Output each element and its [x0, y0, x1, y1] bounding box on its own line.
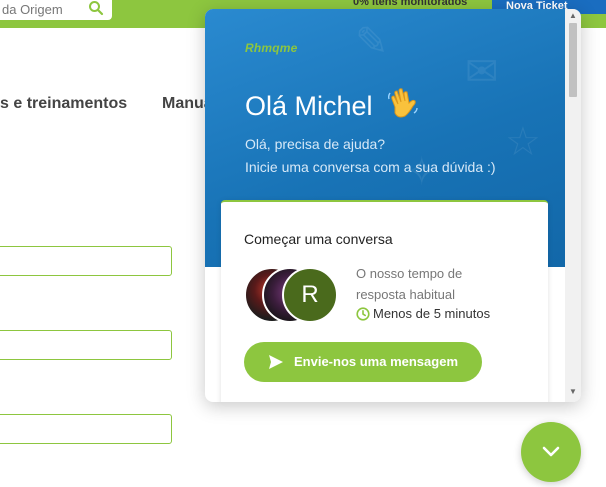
form-field-3[interactable]	[0, 414, 172, 444]
search-input-value: da Origem	[2, 2, 63, 17]
brand-logo: R​hmqme	[245, 41, 298, 55]
search-icon[interactable]	[88, 0, 104, 16]
waving-hand-icon	[388, 88, 418, 118]
response-time-label: O nosso tempo de resposta habitual	[356, 263, 462, 305]
decor-icon: ✎	[355, 20, 389, 64]
widget-scrollbar[interactable]: ▲ ▼	[565, 9, 581, 402]
scroll-up-arrow-icon[interactable]: ▲	[569, 11, 577, 20]
avatar: R	[282, 267, 338, 323]
send-icon	[269, 355, 283, 369]
team-avatars: R	[244, 267, 344, 325]
decor-icon: ☆	[505, 120, 541, 164]
subtext-line-2: Inicie uma conversa com a sua dúvida :)	[245, 159, 496, 175]
chat-widget: ✎ ✉ ☆ ✧ R​hmqme Olá Michel Olá, precisa …	[205, 9, 581, 402]
clock-icon	[356, 307, 370, 321]
monitored-items-text: 0% Itens monitorados	[353, 0, 468, 8]
decor-icon: ✉	[465, 50, 499, 94]
start-conversation-card: Começar uma conversa R O nosso tempo de …	[221, 200, 548, 402]
scroll-down-arrow-icon[interactable]: ▼	[569, 387, 577, 396]
subtext-line-1: Olá, precisa de ajuda?	[245, 136, 386, 152]
greeting-subtext: Olá, precisa de ajuda? Inicie uma conver…	[245, 133, 496, 179]
form-field-1[interactable]	[0, 246, 172, 276]
scroll-thumb[interactable]	[569, 23, 577, 97]
search-input[interactable]: da Origem	[0, 0, 112, 20]
card-title: Começar uma conversa	[244, 231, 393, 247]
response-time-value: Menos de 5 minutos	[356, 306, 490, 321]
response-line-1: O nosso tempo de	[356, 266, 463, 281]
response-line-2: resposta habitual	[356, 287, 456, 302]
chat-toggle-button[interactable]	[521, 422, 581, 482]
form-field-2[interactable]	[0, 330, 172, 360]
nav-item-trainings[interactable]: s e treinamentos	[0, 95, 127, 113]
chevron-down-icon	[542, 446, 560, 457]
send-message-button[interactable]: Envie-nos uma mensagem	[244, 342, 482, 382]
greeting-text: Olá Michel	[245, 91, 373, 121]
greeting-heading: Olá Michel	[245, 87, 420, 122]
response-time-text: Menos de 5 minutos	[373, 306, 491, 321]
send-button-label: Envie-nos uma mensagem	[294, 354, 458, 369]
